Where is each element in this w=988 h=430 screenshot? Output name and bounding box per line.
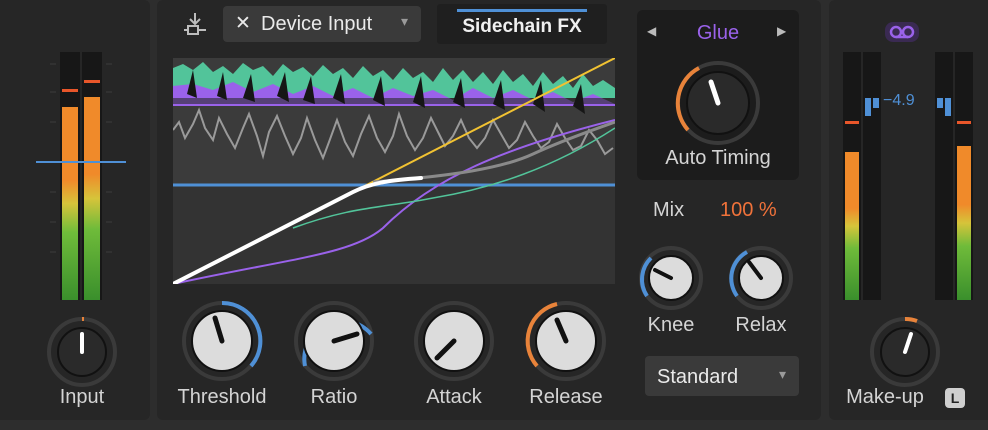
character-panel: ◀ Glue ▶ Auto Timing [637,10,799,180]
stereo-link-icon[interactable] [885,22,919,42]
relax-label: Relax [735,314,787,336]
ratio-knob[interactable] [291,298,377,384]
input-panel: Input [0,0,150,420]
output-panel: −4.9 Make-up L [829,0,988,420]
make-up-knob[interactable] [867,314,943,390]
knee-knob[interactable] [637,244,705,312]
close-icon[interactable]: ✕ [235,12,251,35]
release-label: Release [529,386,603,408]
input-meter [36,52,126,300]
make-up-label: Make-up [846,386,924,408]
auto-timing-label: Auto Timing [665,147,771,169]
compressor-panel: ✕ Device Input ▾ Sidechain FX Threshold … [157,0,821,420]
device-input-label: Device Input [261,13,373,35]
device-input-dropdown[interactable]: ✕ Device Input ▾ [223,6,421,42]
relax-knob[interactable] [727,244,795,312]
sidechain-fx-button[interactable]: Sidechain FX [437,4,607,44]
compressor-transfer-graph[interactable] [173,58,615,284]
threshold-knob[interactable] [179,298,265,384]
mix-label: Mix [653,199,685,221]
input-knob[interactable] [44,314,120,390]
gain-reduction-readout: −4.9 [883,92,915,109]
sidechain-routing-icon[interactable] [181,10,209,38]
output-meters [843,52,973,300]
l-badge-label: L [950,390,960,406]
next-arrow-icon[interactable]: ▶ [777,24,786,38]
attack-label: Attack [426,386,482,408]
l-badge[interactable]: L [945,388,965,408]
mix-value[interactable]: 100 % [720,199,777,222]
character-preset-name[interactable]: Glue [637,22,799,45]
chevron-down-icon: ▾ [401,13,409,29]
sidechain-fx-label: Sidechain FX [462,16,582,37]
knee-label: Knee [647,314,695,336]
attack-knob[interactable] [411,298,497,384]
chevron-down-icon: ▾ [779,366,787,382]
input-knob-label: Input [59,386,105,408]
mode-select-value: Standard [657,366,739,388]
release-knob[interactable] [523,298,609,384]
threshold-label: Threshold [177,386,267,408]
auto-timing-knob[interactable] [673,58,763,148]
ratio-label: Ratio [310,386,358,408]
mode-select[interactable]: Standard ▾ [645,356,799,396]
